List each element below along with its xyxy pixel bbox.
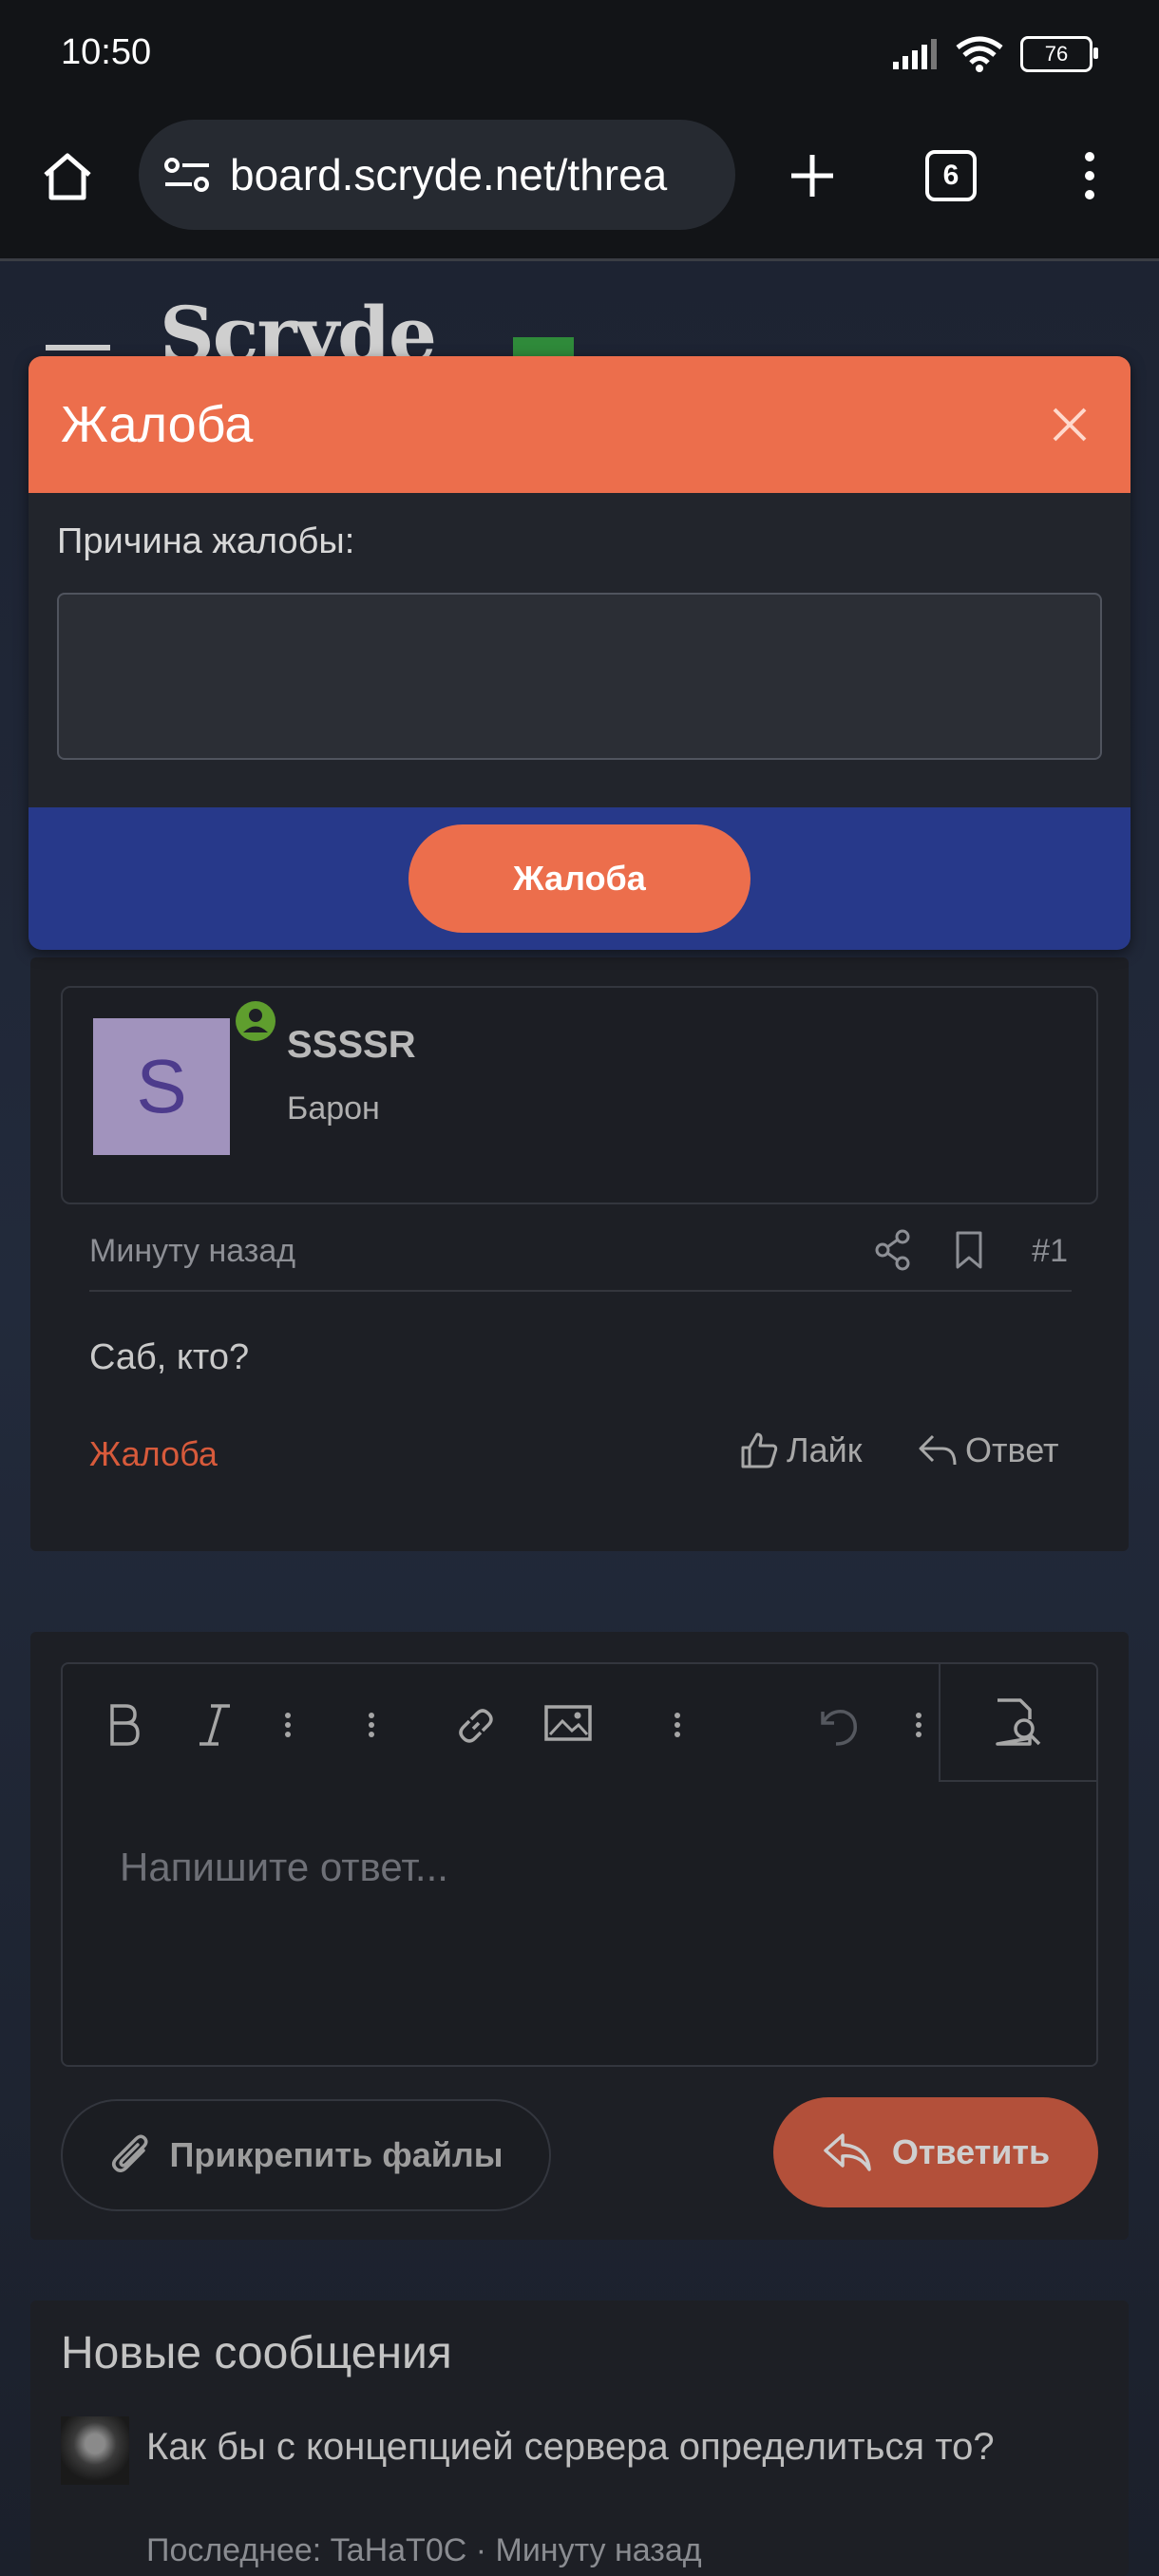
close-icon xyxy=(1053,407,1087,442)
thread-author-avatar[interactable] xyxy=(61,2416,129,2485)
new-posts-widget: Новые сообщения Как бы с концепцией серв… xyxy=(30,2301,1129,2576)
post-time[interactable]: Минуту назад xyxy=(89,1233,295,1270)
like-button[interactable]: Лайк xyxy=(739,1430,863,1470)
reply-action-button[interactable]: Ответ xyxy=(918,1430,1059,1470)
modal-footer: Жалоба xyxy=(28,807,1130,950)
post-reply-button[interactable]: Ответить xyxy=(773,2097,1098,2207)
share-icon[interactable] xyxy=(874,1229,912,1271)
link-icon[interactable] xyxy=(452,1702,500,1750)
post-reply-label: Ответить xyxy=(891,2132,1051,2171)
bookmark-icon[interactable] xyxy=(954,1229,984,1271)
preview-button[interactable] xyxy=(939,1664,1096,1782)
reply-icon xyxy=(919,1434,957,1466)
reply-arrow-icon xyxy=(824,2133,871,2171)
user-title: Барон xyxy=(287,1090,380,1127)
more-paragraph-options-icon[interactable] xyxy=(367,1702,376,1748)
post-card: S SSSSR Барон Минуту назад #1 Саб, кто? … xyxy=(30,957,1129,1551)
plus-icon xyxy=(791,155,833,197)
reason-input[interactable] xyxy=(57,593,1102,760)
new-tab-button[interactable] xyxy=(779,142,846,209)
modal-title: Жалоба xyxy=(61,396,254,453)
home-icon xyxy=(44,153,91,200)
report-modal: Жалоба Причина жалобы: Жалоба xyxy=(28,356,1130,950)
quick-reply: Напишите ответ... Прикрепить файлы Ответ… xyxy=(30,1632,1129,2240)
online-user-icon xyxy=(236,1001,276,1041)
modal-header: Жалоба xyxy=(28,356,1130,493)
more-insert-options-icon[interactable] xyxy=(673,1702,682,1748)
post-number[interactable]: #1 xyxy=(1032,1233,1068,1270)
attach-files-button[interactable]: Прикрепить файлы xyxy=(61,2099,551,2211)
tab-count: 6 xyxy=(925,150,977,201)
reason-label: Причина жалобы: xyxy=(57,521,355,561)
url-text: board.scryde.net/threa xyxy=(230,150,668,199)
online-badge xyxy=(234,999,277,1043)
post-body: Саб, кто? xyxy=(89,1337,250,1377)
bold-icon[interactable] xyxy=(104,1702,142,1748)
undo-icon[interactable] xyxy=(813,1702,861,1750)
username[interactable]: SSSSR xyxy=(287,1024,416,1067)
editor-placeholder: Напишите ответ... xyxy=(120,1845,448,1889)
home-button[interactable] xyxy=(34,142,101,209)
tab-switcher-button[interactable]: 6 xyxy=(918,142,984,209)
status-time: 10:50 xyxy=(61,32,152,72)
paperclip-icon xyxy=(111,2134,148,2172)
submit-report-button[interactable]: Жалоба xyxy=(408,824,750,933)
more-vertical-icon xyxy=(1085,152,1094,199)
modal-body: Причина жалобы: xyxy=(28,493,1130,784)
wifi-icon xyxy=(956,36,1003,72)
new-posts-heading[interactable]: Новые сообщения xyxy=(61,2327,452,2379)
reply-editor[interactable]: Напишите ответ... xyxy=(61,1662,1098,2067)
site-settings-icon xyxy=(164,158,209,192)
image-icon[interactable] xyxy=(543,1702,593,1744)
address-bar[interactable]: board.scryde.net/threa xyxy=(139,120,735,230)
battery-indicator: 76 xyxy=(1020,36,1098,72)
post-meta: Минуту назад #1 xyxy=(89,1223,1072,1292)
like-label: Лайк xyxy=(787,1430,863,1469)
editor-toolbar xyxy=(63,1664,1096,1782)
status-icons: 76 xyxy=(891,36,1098,72)
browser-toolbar: board.scryde.net/threa 6 xyxy=(0,114,1159,261)
thumbs-up-icon xyxy=(741,1432,778,1468)
reply-action-label: Ответ xyxy=(965,1430,1059,1469)
more-text-options-icon[interactable] xyxy=(283,1702,293,1748)
user-card: S SSSSR Барон xyxy=(61,986,1098,1204)
site-header: Scryde xyxy=(0,261,1159,379)
signal-icon xyxy=(893,39,937,69)
close-button[interactable] xyxy=(1041,396,1098,453)
italic-icon[interactable] xyxy=(196,1702,234,1748)
avatar[interactable]: S xyxy=(93,1018,230,1155)
attach-files-label: Прикрепить файлы xyxy=(169,2135,504,2174)
preview-icon xyxy=(996,1698,1041,1746)
thread-title-link[interactable]: Как бы с концепцией сервера определиться… xyxy=(146,2418,1096,2475)
status-bar: 10:50 76 xyxy=(0,0,1159,114)
thread-last-post-meta: Последнее: TaHaT0C · Минуту назад xyxy=(146,2532,702,2568)
report-link[interactable]: Жалоба xyxy=(89,1434,218,1474)
more-options-icon[interactable] xyxy=(914,1702,923,1748)
browser-menu-button[interactable] xyxy=(1056,142,1123,209)
